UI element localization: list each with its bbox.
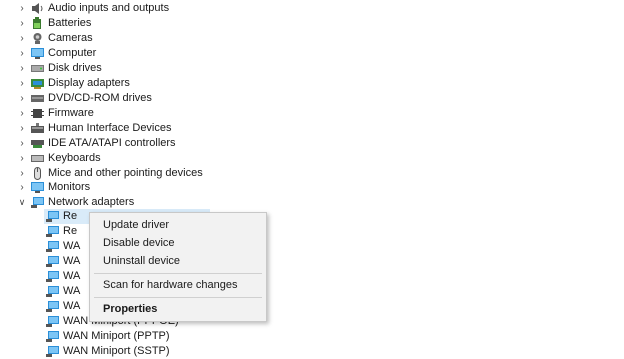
tree-item-computer[interactable]: › Computer (17, 46, 317, 61)
mouse-icon (34, 167, 41, 180)
tree-item-label: Monitors (48, 181, 91, 193)
tree-item-keyboards[interactable]: › Keyboards (17, 151, 317, 166)
context-menu: Update driver Disable device Uninstall d… (89, 212, 267, 322)
tree-item-label: WA (63, 300, 81, 312)
menu-item-label: Update driver (103, 219, 170, 231)
tree-item-label: Re (63, 225, 78, 237)
chevron-down-icon[interactable]: ∨ (17, 195, 27, 210)
chevron-right-icon[interactable]: › (17, 31, 27, 46)
chevron-right-icon[interactable]: › (17, 151, 27, 166)
menu-item-label: Uninstall device (103, 255, 181, 267)
display-adapter-icon (31, 79, 44, 89)
dvd-icon (31, 95, 44, 102)
network-icon (31, 197, 44, 208)
menu-item-properties[interactable]: Properties (90, 300, 266, 318)
menu-separator (94, 273, 262, 274)
chevron-right-icon[interactable]: › (17, 91, 27, 106)
menu-item-label: Scan for hardware changes (103, 279, 238, 291)
tree-item-label: WA (63, 255, 81, 267)
tree-item-mice[interactable]: › Mice and other pointing devices (17, 166, 317, 181)
menu-separator (94, 297, 262, 298)
tree-item-label: Network adapters (48, 196, 135, 208)
tree-item-label: Disk drives (48, 62, 102, 74)
monitor-icon (31, 182, 44, 193)
tree-item-display-adapters[interactable]: › Display adapters (17, 76, 317, 91)
tree-item-cameras[interactable]: › Cameras (17, 31, 317, 46)
tree-item-label: Mice and other pointing devices (48, 167, 203, 179)
tree-item-label: Cameras (48, 32, 93, 44)
tree-item-label: DVD/CD-ROM drives (48, 92, 152, 104)
network-icon (46, 241, 59, 252)
tree-item-label: Re (63, 210, 78, 222)
battery-icon (33, 17, 41, 29)
menu-item-label: Disable device (103, 237, 175, 249)
menu-item-label: Properties (103, 303, 158, 315)
network-icon (46, 271, 59, 282)
tree-item-label: Computer (48, 47, 97, 59)
tree-item-label: Human Interface Devices (48, 122, 172, 134)
network-adapter-item[interactable]: WAN Miniport (PPTP) (46, 329, 206, 344)
network-icon (46, 226, 59, 237)
tree-item-monitors[interactable]: › Monitors (17, 180, 317, 195)
chevron-right-icon[interactable]: › (17, 1, 27, 16)
chevron-right-icon[interactable]: › (17, 16, 27, 31)
tree-item-label: Keyboards (48, 152, 101, 164)
tree-item-label: Audio inputs and outputs (48, 2, 170, 14)
hid-icon (31, 123, 44, 133)
network-icon (46, 211, 59, 222)
menu-item-update-driver[interactable]: Update driver (90, 216, 266, 234)
menu-item-scan-hardware[interactable]: Scan for hardware changes (90, 276, 266, 294)
tree-item-label: IDE ATA/ATAPI controllers (48, 137, 176, 149)
tree-item-audio[interactable]: › Audio inputs and outputs (17, 1, 317, 16)
tree-item-label: WA (63, 270, 81, 282)
chevron-right-icon[interactable]: › (17, 180, 27, 195)
chevron-right-icon[interactable]: › (17, 166, 27, 181)
tree-item-label: Display adapters (48, 77, 130, 89)
tree-item-label: WAN Miniport (SSTP) (63, 345, 170, 357)
tree-item-batteries[interactable]: › Batteries (17, 16, 317, 31)
chevron-right-icon[interactable]: › (17, 61, 27, 76)
network-icon (46, 301, 59, 312)
speaker-icon (32, 3, 43, 14)
tree-item-hid[interactable]: › Human Interface Devices (17, 121, 317, 136)
tree-item-label: Firmware (48, 107, 94, 119)
monitor-icon (31, 48, 44, 59)
network-icon (46, 331, 59, 342)
network-adapter-item[interactable]: WAN Miniport (SSTP) (46, 344, 206, 359)
network-icon (46, 286, 59, 297)
chevron-right-icon[interactable]: › (17, 106, 27, 121)
menu-item-uninstall-device[interactable]: Uninstall device (90, 252, 266, 270)
network-icon (46, 346, 59, 357)
tree-item-dvd-drives[interactable]: › DVD/CD-ROM drives (17, 91, 317, 106)
tree-item-label: WA (63, 285, 81, 297)
tree-item-label: WA (63, 240, 81, 252)
tree-item-label: WAN Miniport (PPTP) (63, 330, 170, 342)
tree-item-label: Batteries (48, 17, 92, 29)
chevron-right-icon[interactable]: › (17, 121, 27, 136)
chevron-right-icon[interactable]: › (17, 136, 27, 151)
keyboard-icon (31, 155, 44, 162)
tree-item-disk-drives[interactable]: › Disk drives (17, 61, 317, 76)
chevron-right-icon[interactable]: › (17, 76, 27, 91)
ide-icon (31, 140, 44, 148)
network-icon (46, 256, 59, 267)
disk-icon (31, 65, 44, 72)
tree-item-network-adapters[interactable]: ∨ Network adapters (17, 195, 317, 210)
menu-item-disable-device[interactable]: Disable device (90, 234, 266, 252)
chevron-right-icon[interactable]: › (17, 46, 27, 61)
camera-icon (33, 33, 42, 44)
tree-item-firmware[interactable]: › Firmware (17, 106, 317, 121)
chip-icon (31, 109, 44, 118)
tree-item-ide-controllers[interactable]: › IDE ATA/ATAPI controllers (17, 136, 317, 151)
network-icon (46, 316, 59, 327)
